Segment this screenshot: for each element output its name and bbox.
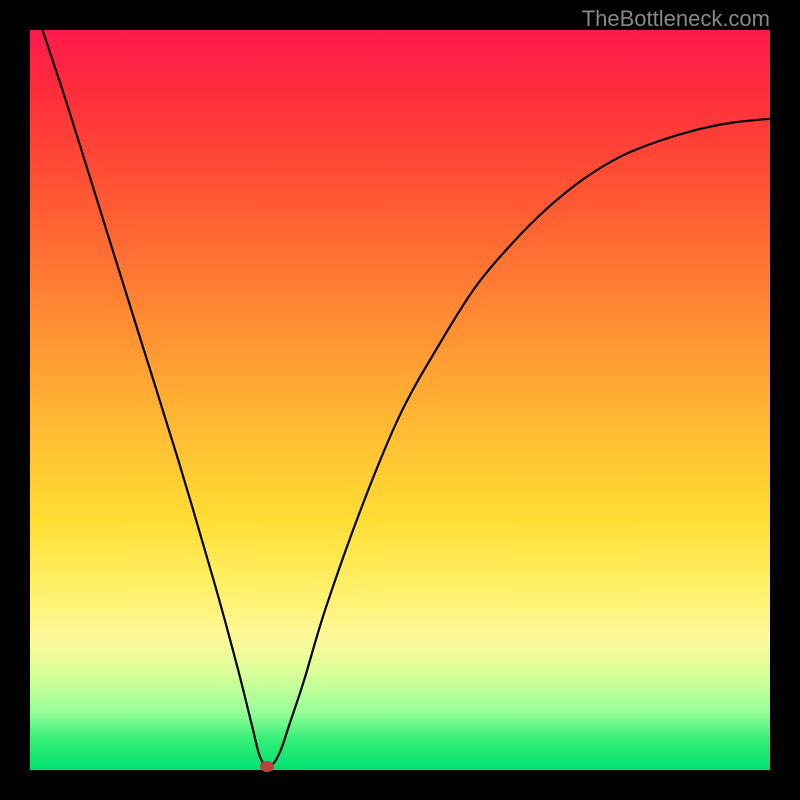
optimal-point-marker	[260, 761, 274, 772]
watermark-text: TheBottleneck.com	[582, 6, 770, 32]
chart-container	[30, 30, 770, 770]
curve-svg	[30, 30, 770, 770]
bottleneck-curve	[30, 30, 770, 767]
